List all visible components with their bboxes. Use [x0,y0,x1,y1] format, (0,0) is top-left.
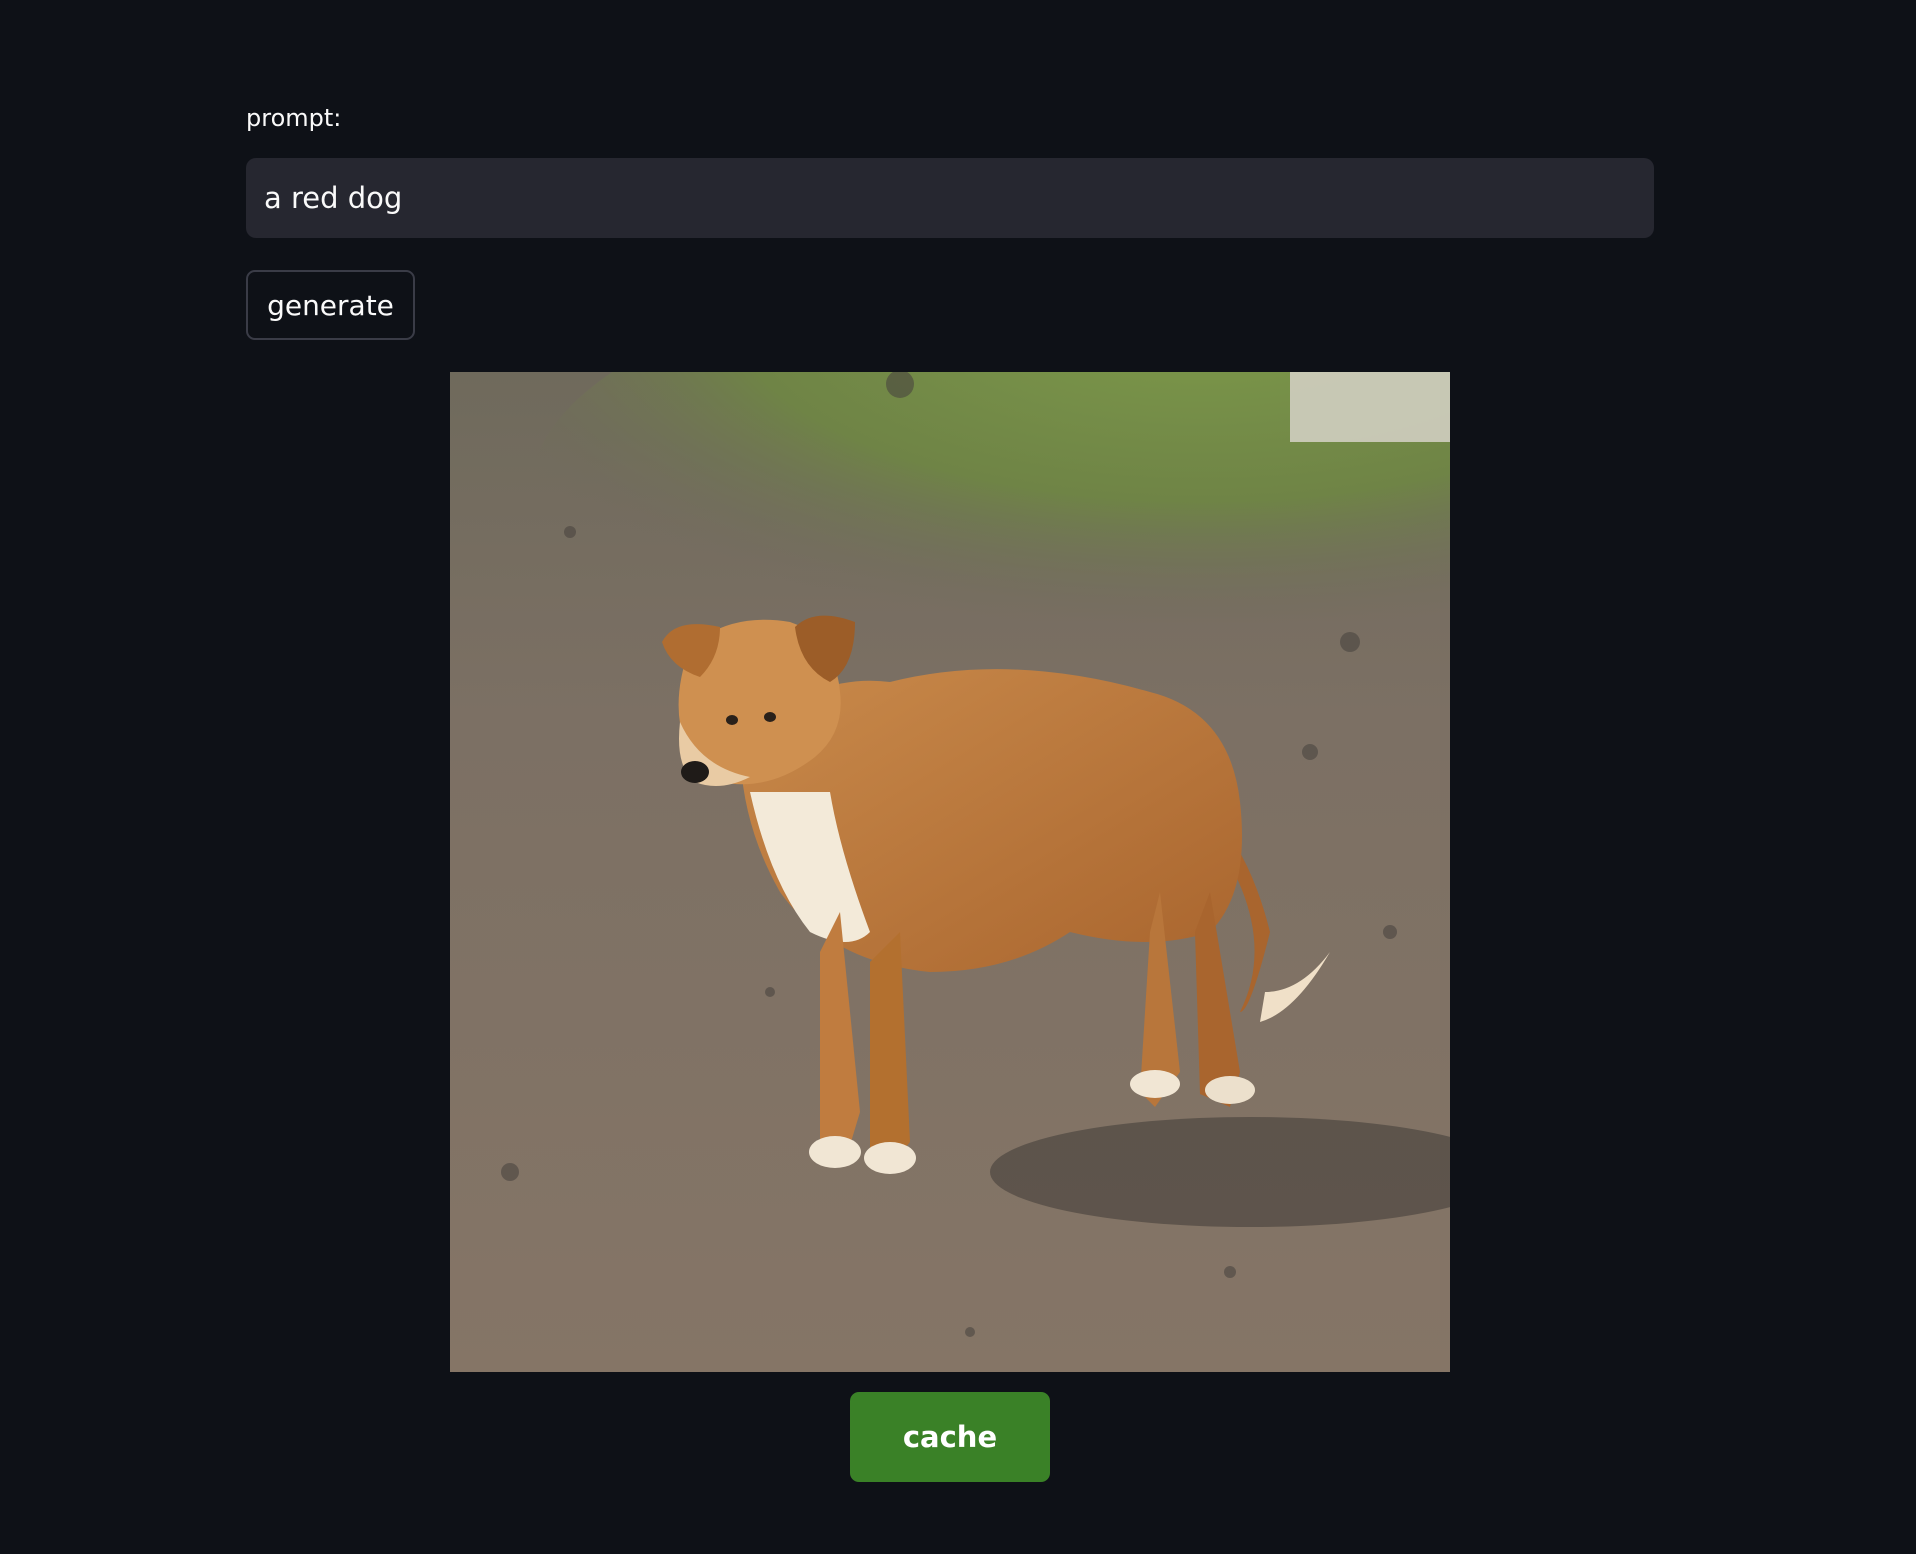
prompt-input[interactable] [246,158,1654,238]
generate-button[interactable]: generate [246,270,415,340]
prompt-label: prompt: [246,104,342,132]
app-container: prompt: generate [0,0,1916,1554]
cache-button[interactable]: cache [850,1392,1050,1482]
generated-image [450,372,1450,1372]
